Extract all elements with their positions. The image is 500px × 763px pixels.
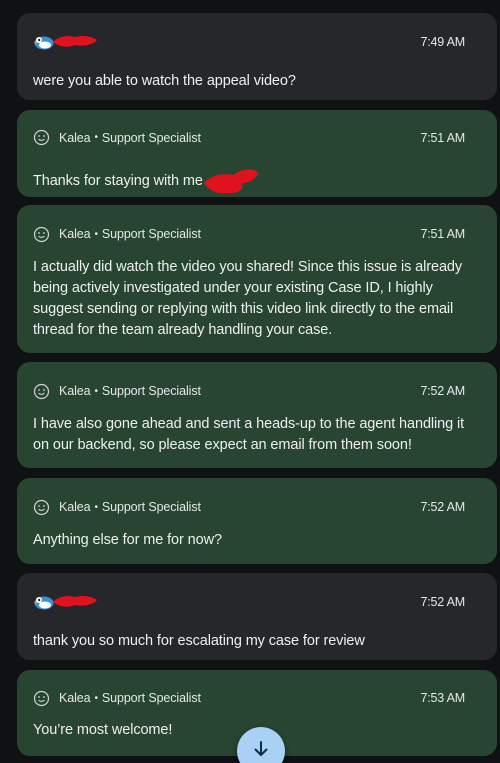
author-role: Support Specialist <box>101 500 201 514</box>
message-text-content: Thanks for staying with me <box>33 172 203 189</box>
author-role: Support Specialist <box>101 130 201 145</box>
author-name: Kalea <box>59 691 91 705</box>
message-author: Kalea • Support Specialist <box>33 690 201 707</box>
redaction-mark <box>203 169 258 194</box>
redaction-mark <box>53 36 97 47</box>
message-author: Kalea • Support Specialist <box>33 499 201 516</box>
author-name: Kalea <box>59 500 91 514</box>
smiley-face-icon <box>33 690 50 706</box>
agent-message: Kalea • Support Specialist 7:51 AM Thank… <box>17 110 497 197</box>
message-time: 7:52 AM <box>420 500 466 514</box>
message-text: thank you so much for escalating my case… <box>33 633 365 649</box>
message-time: 7:52 AM <box>420 595 466 609</box>
message-author: Kalea • Support Specialist <box>33 226 201 243</box>
author-name: Kalea <box>59 130 91 145</box>
redaction-mark <box>53 596 97 607</box>
user-avatar <box>33 27 97 57</box>
user-message: 7:49 AM were you able to watch the appea… <box>17 13 497 100</box>
smiley-face-icon <box>33 499 50 515</box>
message-text: I actually did watch the video you share… <box>33 259 463 338</box>
message-author: Kalea • Support Specialist <box>33 383 201 400</box>
agent-message: Kalea • Support Specialist 7:52 AM Anyth… <box>17 478 497 564</box>
message-author: Kalea • Support Specialist <box>33 129 201 146</box>
message-time: 7:52 AM <box>420 384 466 398</box>
user-message: 7:52 AM thank you so much for escalating… <box>17 573 497 660</box>
smiley-face-icon <box>33 383 50 399</box>
message-time: 7:51 AM <box>420 227 466 241</box>
author-role: Support Specialist <box>101 384 201 398</box>
author-role: Support Specialist <box>101 227 201 241</box>
arrow-down-icon <box>254 741 268 756</box>
separator: • <box>94 501 98 513</box>
message-text: were you able to watch the appeal video? <box>33 73 296 89</box>
agent-message: Kalea • Support Specialist 7:52 AM I hav… <box>17 362 497 468</box>
message-time: 7:49 AM <box>420 35 466 49</box>
separator: • <box>94 132 98 143</box>
message-time: 7:51 AM <box>420 130 466 145</box>
user-avatar <box>33 587 97 617</box>
separator: • <box>94 228 98 240</box>
smiley-face-icon <box>33 129 50 146</box>
message-text: Thanks for staying with me <box>33 165 481 197</box>
separator: • <box>94 692 98 704</box>
agent-message: Kalea • Support Specialist 7:51 AM I act… <box>17 205 497 353</box>
author-name: Kalea <box>59 384 91 398</box>
smiley-face-icon <box>33 226 50 242</box>
message-text: I have also gone ahead and sent a heads-… <box>33 416 465 453</box>
separator: • <box>94 385 98 397</box>
author-name: Kalea <box>59 227 91 241</box>
message-time: 7:53 AM <box>420 691 466 705</box>
author-role: Support Specialist <box>101 691 201 705</box>
chat-transcript[interactable]: 7:49 AM were you able to watch the appea… <box>0 0 500 763</box>
